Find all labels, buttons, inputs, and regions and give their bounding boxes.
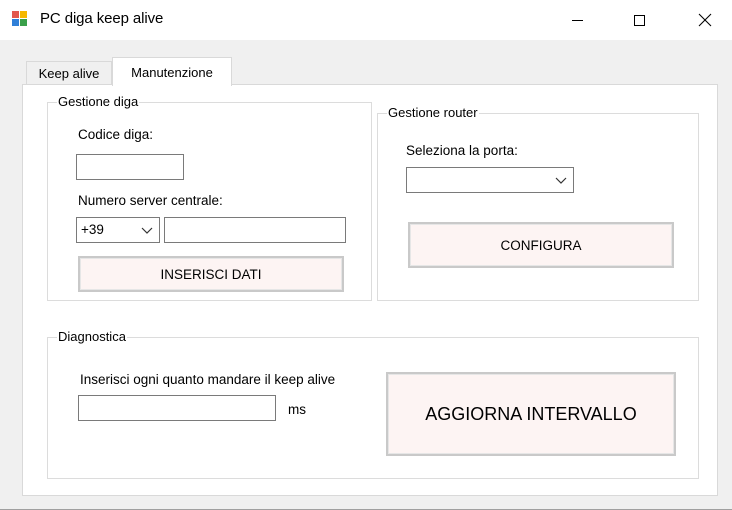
intervallo-label: Inserisci ogni quanto mandare il keep al… (80, 372, 336, 387)
chevron-down-icon (555, 177, 567, 184)
group-gestione-router: Gestione router Seleziona la porta: CONF… (377, 105, 699, 301)
minimize-button[interactable] (554, 0, 600, 40)
group-gestione-router-title: Gestione router (387, 105, 479, 121)
numero-server-label: Numero server centrale: (78, 193, 223, 208)
seleziona-porta-label: Seleziona la porta: (406, 143, 518, 158)
main-window: PC diga keep alive Keep alive Manutenzio… (0, 0, 732, 510)
inserisci-dati-label: INSERISCI DATI (160, 266, 262, 282)
aggiorna-intervallo-label: AGGIORNA INTERVALLO (425, 403, 637, 424)
maximize-icon (633, 14, 645, 26)
codice-diga-input[interactable] (76, 154, 184, 180)
group-gestione-diga: Gestione diga Codice diga: Numero server… (47, 94, 372, 301)
group-gestione-diga-title: Gestione diga (57, 94, 140, 110)
prefix-value: +39 (81, 222, 104, 237)
maximize-button[interactable] (616, 0, 662, 40)
tab-manutenzione-label: Manutenzione (131, 64, 213, 80)
tab-keep-alive[interactable]: Keep alive (26, 61, 112, 84)
numero-server-input[interactable] (164, 217, 346, 243)
close-button[interactable] (682, 0, 728, 40)
group-diagnostica-title: Diagnostica (57, 329, 127, 345)
tab-keep-alive-label: Keep alive (38, 65, 100, 81)
codice-diga-label: Codice diga: (78, 127, 154, 142)
tab-page-manutenzione: Gestione diga Codice diga: Numero server… (22, 84, 718, 496)
porta-dropdown[interactable] (406, 167, 574, 193)
aggiorna-intervallo-button[interactable]: AGGIORNA INTERVALLO (386, 372, 676, 456)
close-icon (698, 13, 712, 27)
intervallo-unit: ms (288, 402, 306, 417)
app-window-icon (12, 11, 30, 27)
window-title: PC diga keep alive (40, 10, 164, 27)
intervallo-input[interactable] (78, 395, 276, 421)
minimize-icon (571, 19, 583, 21)
title-bar: PC diga keep alive (0, 0, 732, 40)
configura-label: CONFIGURA (500, 237, 582, 253)
group-diagnostica: Diagnostica Inserisci ogni quanto mandar… (47, 329, 699, 479)
tab-manutenzione[interactable]: Manutenzione (112, 57, 232, 86)
configura-button[interactable]: CONFIGURA (408, 222, 674, 268)
inserisci-dati-button[interactable]: INSERISCI DATI (78, 256, 344, 292)
prefix-dropdown[interactable]: +39 (76, 217, 160, 243)
chevron-down-icon (141, 227, 153, 234)
